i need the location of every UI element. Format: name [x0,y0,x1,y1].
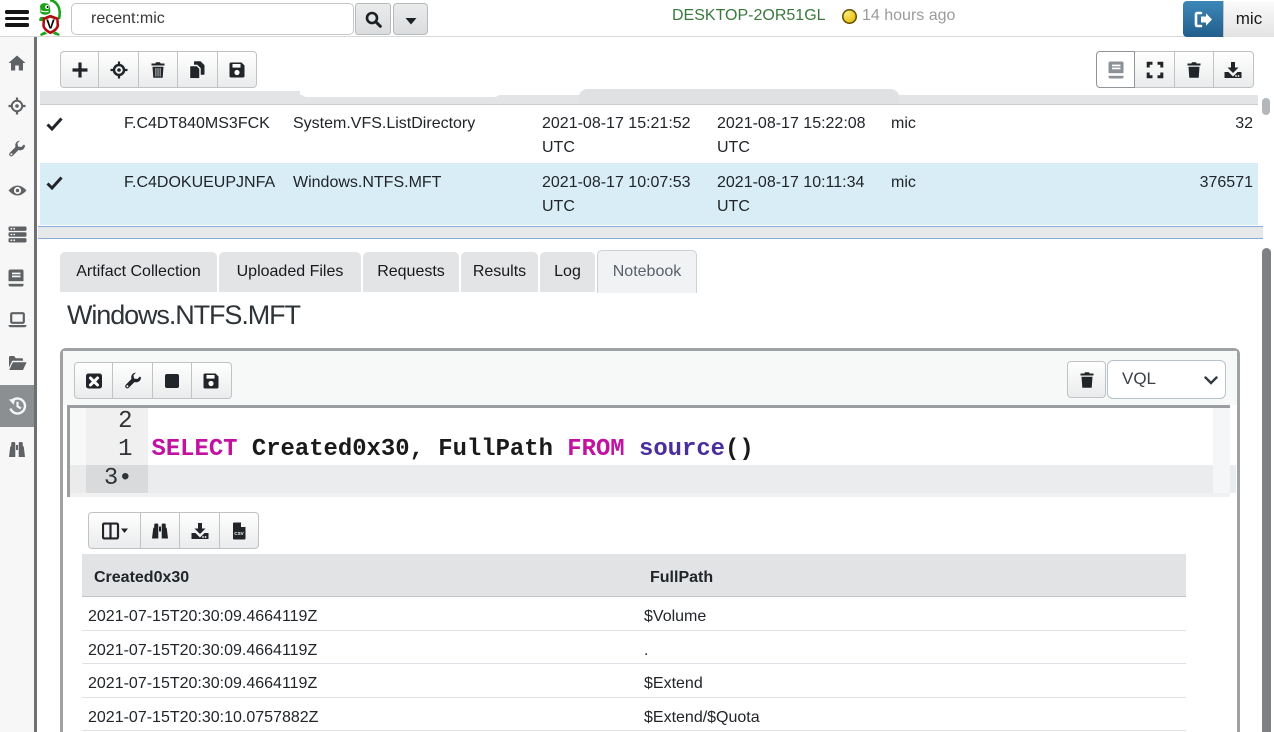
svg-text:V: V [46,17,55,32]
svg-text:CSV: CSV [234,531,244,536]
